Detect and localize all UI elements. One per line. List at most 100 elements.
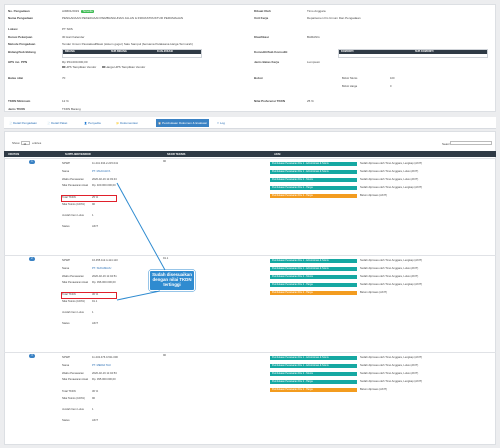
- step-label: Pembukaan Penawaran File 1 - Administras…: [272, 170, 329, 173]
- field-label-npwp: NPWP: [62, 356, 71, 359]
- info-label: Nama Pengadaan: [8, 16, 34, 20]
- field-label-waktu: Waktu Penawaran: [62, 372, 84, 375]
- step-status: Sudah diproses oleh Timo Anggara, Lulus …: [360, 364, 419, 367]
- col-aksi[interactable]: AKSI: [274, 153, 280, 156]
- field-label-status: Status: [62, 225, 70, 228]
- tab-penyedia[interactable]: 👤 Penyedia: [84, 120, 101, 126]
- hps-checkbox[interactable]: [102, 65, 105, 69]
- komoditi-col: KOMODITI: [341, 50, 354, 53]
- info-label: Bidang/Sub Bidang: [8, 50, 36, 54]
- info-value-text: 12 %: [62, 99, 69, 103]
- tkdn-highlight: [61, 291, 117, 299]
- tab-icon: ⏱: [217, 121, 219, 125]
- tab-detail-pengadaan[interactable]: 📄 Detail Pengadaan: [9, 120, 37, 126]
- field-value-waktu: 2020-02-16 11:04:53: [92, 372, 117, 375]
- tab-label: Dokumentasi: [120, 121, 138, 125]
- tab-label: Detail Paket: [51, 121, 68, 125]
- hps-checkbox[interactable]: [62, 65, 65, 69]
- tab-label: Log: [219, 121, 225, 125]
- field-value-status: AKIT: [92, 322, 98, 325]
- info-value: 70: [62, 76, 65, 80]
- status-badge: Tersedia: [81, 10, 95, 13]
- info-value-text: PENGADAAN PEKERJAAN PEMBANGUNAN JALAN & …: [62, 16, 184, 20]
- step-label: Pembukaan Penawaran File 1 - Administras…: [272, 364, 329, 367]
- step-status: Sudah diproses oleh Timo Anggara, Lengka…: [360, 283, 423, 286]
- field-label-lulus: Jumlah Item Lulus: [62, 408, 84, 411]
- tab-icon: 📁: [116, 121, 120, 125]
- info-label: No. Pengadaan: [8, 9, 30, 13]
- col-urutan[interactable]: URUTAN: [8, 153, 19, 156]
- info-label: HPS inc. PPN: [8, 60, 28, 64]
- info-label: Durasi Pekerjaan: [8, 35, 33, 39]
- step-status: Sudah diproses oleh Timo Anggara, Lengka…: [360, 356, 423, 359]
- evaluation-step-button[interactable]: Pembukaan Penawaran File 2 - Harga: [270, 194, 357, 198]
- evaluation-step-button[interactable]: Pembukaan Penawaran File 2 - Teknis: [270, 372, 357, 376]
- info-value: A3M01/2019 Tersedia: [62, 9, 95, 13]
- page-length-select[interactable]: 10: [21, 141, 31, 146]
- hps-option[interactable]: Harga HPS Tampilkan Vendor: [102, 65, 145, 69]
- komoditi-col: SUB KOMODITI: [415, 50, 434, 53]
- evaluation-step-button[interactable]: Pembukaan Penawaran File 1 - Administras…: [270, 364, 357, 368]
- evaluation-step-button[interactable]: Pembukaan Penawaran File 1 - Administras…: [270, 259, 357, 263]
- step-status: Sudah diproses oleh Timo Anggara, Lulus …: [360, 275, 419, 278]
- evaluation-step-button[interactable]: Pembukaan Penawaran File 2 - Harga: [270, 186, 357, 190]
- evaluation-step-button[interactable]: Pembukaan Penawaran File 2 - Harga: [270, 283, 357, 287]
- hps-option-label: Harga HPS Tampilkan Vendor: [105, 65, 146, 69]
- step-status: Belum diproses (AKIT): [360, 291, 388, 294]
- evaluation-step-button[interactable]: Pembukaan Penawaran File 1 - Administras…: [270, 356, 357, 360]
- step-status: Sudah diproses oleh Timo Anggara, Lengka…: [360, 380, 423, 383]
- tab-log[interactable]: ⏱ Log: [217, 120, 225, 126]
- tkdn-highlight: [61, 194, 117, 202]
- evaluation-step-button[interactable]: Pembukaan Penawaran File 2 - Harga: [270, 291, 357, 295]
- evaluation-step-button[interactable]: Pembukaan Penawaran File 1 - Administras…: [270, 267, 357, 271]
- field-value-lulus: 1: [92, 408, 94, 411]
- evaluation-step-button[interactable]: Pembukaan Penawaran File 2 - Teknis: [270, 178, 357, 182]
- evaluation-step-button[interactable]: Pembukaan Penawaran File 2 - Harga: [270, 380, 357, 384]
- field-value-nama[interactable]: PT. MEDIA TAU: [92, 364, 111, 367]
- step-label: Pembukaan Penawaran File 2 - Harga: [272, 283, 313, 286]
- komoditi-table-header: KOMODITI SUB KOMODITI: [339, 50, 487, 54]
- step-label: Pembukaan Penawaran File 2 - Teknis: [272, 178, 313, 181]
- field-label-lulus: Jumlah Item Lulus: [62, 214, 84, 217]
- hps-option[interactable]: HPS Tampilkan Vendor: [62, 65, 96, 69]
- search-input[interactable]: [450, 141, 492, 145]
- info-label: Jenis Batas Kerja: [254, 60, 280, 64]
- technical-score: 91.1: [163, 257, 169, 260]
- step-status: Sudah diproses oleh Timo Anggara, Lengka…: [360, 259, 423, 262]
- col-skor-teknis[interactable]: SKOR TEKNIS: [167, 153, 185, 156]
- evaluation-step-button[interactable]: Pembukaan Penawaran File 2 - Harga: [270, 388, 357, 392]
- bidang-table: BIDANG SUB BIDANG KUALIFIKASI: [62, 49, 202, 58]
- field-value-npwp: 11.443.476.0-511.000: [92, 356, 118, 359]
- bobot-table: Bobot Teknis 100 Bobot Harga 0: [338, 75, 488, 91]
- field-value-status: AKIT: [92, 419, 98, 422]
- show-label: Show: [12, 141, 20, 145]
- tab-detail-paket[interactable]: 📄 Detail Paket: [47, 120, 67, 126]
- field-value-nama[interactable]: PT. SUKAMAJU: [92, 267, 111, 270]
- info-label: Batas nilai: [8, 76, 24, 80]
- step-status: Sudah diproses oleh Timo Anggara, Lengka…: [360, 186, 423, 189]
- field-label-tkdn: Total TKDN: [62, 390, 76, 393]
- field-label-npwp: NPWP: [62, 162, 71, 165]
- tab-dokumentasi[interactable]: 📁 Dokumentasi: [116, 120, 138, 126]
- field-value-nama[interactable]: PT. MAJUJAYA: [92, 170, 110, 173]
- tab-label: Pembukaan Dokumen & Evaluasi: [162, 121, 207, 125]
- evaluation-step-button[interactable]: Pembukaan Penawaran File 1 - Administras…: [270, 162, 357, 166]
- field-label-waktu: Waktu Penawaran: [62, 178, 84, 181]
- rank-badge: 3: [29, 354, 35, 358]
- field-value-lulus: 1: [92, 214, 94, 217]
- step-label: Pembukaan Penawaran File 2 - Harga: [272, 291, 313, 294]
- tab-icon: 📄: [47, 121, 51, 125]
- field-label-nama: Nama: [62, 267, 70, 270]
- field-label-npwp: NPWP: [62, 259, 71, 262]
- bidang-col: SUB BIDANG: [111, 50, 127, 53]
- tab-pembukaan-dokumen-evaluasi[interactable]: 📋 Pembukaan Dokumen & Evaluasi: [156, 119, 209, 127]
- evaluation-step-button[interactable]: Pembukaan Penawaran File 1 - Administras…: [270, 170, 357, 174]
- col-supplier[interactable]: SUPPLIER/VENDOR: [65, 153, 91, 156]
- step-label: Pembukaan Penawaran File 1 - Administras…: [272, 267, 329, 270]
- step-status: Sudah diproses oleh Timo Anggara, Lulus …: [360, 267, 419, 270]
- info-label: Komoditi/Sub Komoditi: [254, 50, 288, 54]
- step-label: Pembukaan Penawaran File 2 - Harga: [272, 186, 313, 189]
- evaluation-step-button[interactable]: Pembukaan Penawaran File 2 - Teknis: [270, 275, 357, 279]
- field-label-lulus: Jumlah Item Lulus: [62, 311, 84, 314]
- step-label: Pembukaan Penawaran File 2 - Harga: [272, 380, 313, 383]
